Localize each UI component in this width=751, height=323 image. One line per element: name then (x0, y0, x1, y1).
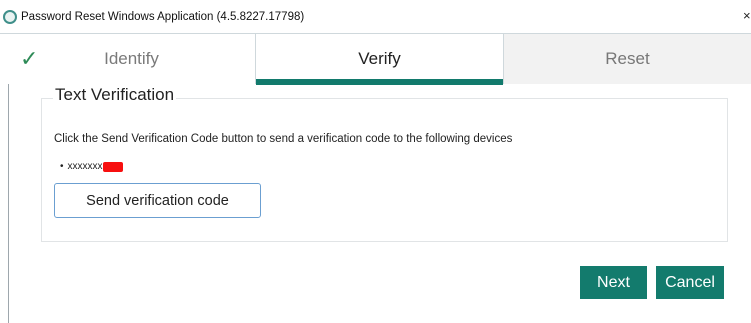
step-identify: ✓ Identify (8, 34, 256, 84)
next-button[interactable]: Next (580, 266, 647, 299)
active-step-indicator (256, 79, 503, 85)
device-value: xxxxxxx (67, 161, 103, 172)
redaction-mark (102, 161, 123, 172)
app-icon (3, 9, 17, 24)
send-verification-code-button[interactable]: Send verification code (54, 183, 261, 218)
step-reset: Reset (504, 34, 751, 84)
close-icon[interactable]: × (743, 9, 751, 23)
step-verify: Verify (256, 34, 504, 85)
wizard-steps: ✓ Identify Verify Reset (8, 34, 751, 85)
panel-title: Text Verification (53, 85, 177, 105)
panel-description: Click the Send Verification Code button … (54, 133, 513, 145)
checkmark-icon: ✓ (20, 46, 39, 71)
cancel-button[interactable]: Cancel (656, 266, 724, 299)
bullet: • (60, 161, 64, 172)
device-list-item: • xxxxxxx (60, 161, 123, 172)
step-label: Identify (104, 49, 159, 68)
text-verification-panel: Text Verification Click the Send Verific… (41, 85, 728, 242)
window-left-edge (8, 84, 9, 323)
window-title: Password Reset Windows Application (4.5.… (21, 10, 305, 23)
password-reset-window: Password Reset Windows Application (4.5.… (0, 0, 751, 323)
title-bar: Password Reset Windows Application (4.5.… (0, 0, 751, 34)
step-label: Reset (605, 49, 650, 68)
step-label: Verify (358, 49, 401, 68)
